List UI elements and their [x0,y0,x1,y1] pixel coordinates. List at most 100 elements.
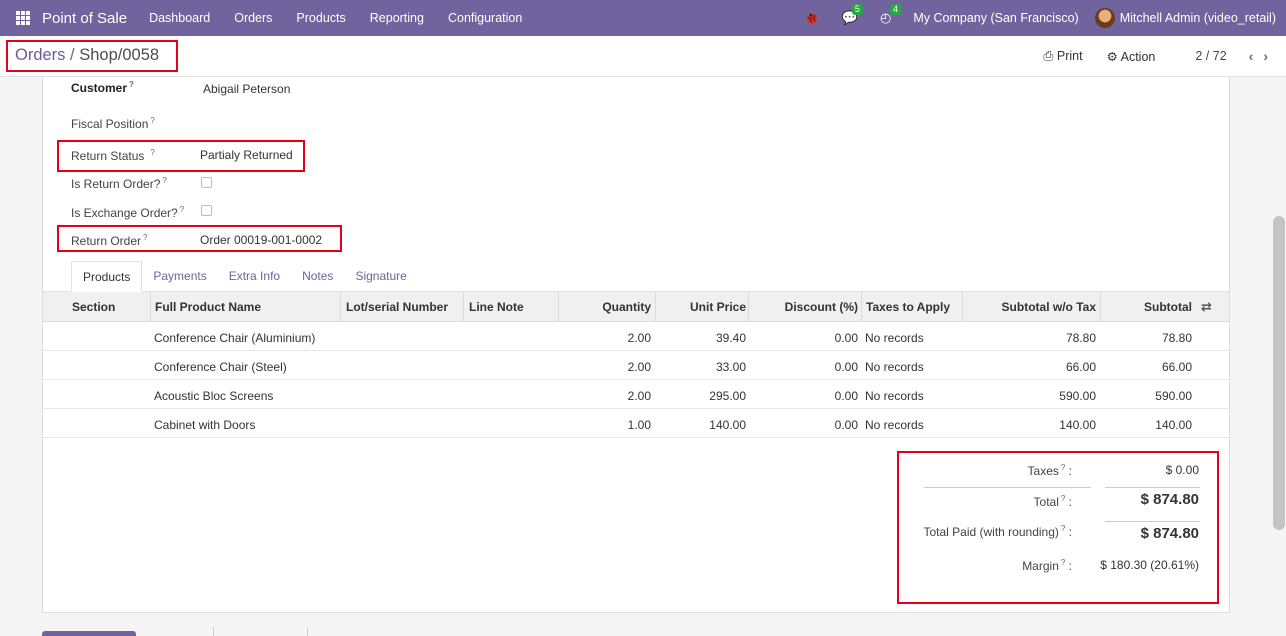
print-label: Print [1056,48,1083,63]
col-product[interactable]: Full Product Name [155,300,261,314]
is-return-order-checkbox[interactable] [201,177,212,188]
total-label: Total? : [1033,494,1072,509]
return-status-value: Partialy Returned [200,148,293,162]
activity-badge: 4 [890,4,902,15]
tab-notes[interactable]: Notes [291,261,344,292]
cell-taxes: No records [865,331,924,345]
totals-divider [924,487,1091,488]
table-row[interactable]: Conference Chair (Aluminium) 2.00 39.40 … [43,322,1229,351]
chat-icon[interactable]: 💬 5 [842,4,863,26]
help-icon[interactable]: ? [150,116,154,125]
help-icon[interactable]: ? [1061,558,1065,567]
col-discount[interactable]: Discount (%) [785,300,858,314]
tab-signature[interactable]: Signature [344,261,417,292]
help-icon[interactable]: ? [1061,463,1065,472]
is-exchange-order-checkbox[interactable] [201,205,212,216]
col-quantity[interactable]: Quantity [602,300,651,314]
cell-product: Conference Chair (Steel) [154,360,287,374]
user-avatar[interactable] [1094,8,1115,28]
cell-subtotal-wo-tax: 590.00 [1059,389,1096,403]
cell-product: Conference Chair (Aluminium) [154,331,316,345]
total-paid-value: $ 874.80 [1140,525,1199,542]
fiscal-position-label: Fiscal Position? [71,116,155,131]
company-switcher[interactable]: My Company (San Francisco) [913,11,1078,25]
col-lot[interactable]: Lot/serial Number [346,300,448,314]
print-button[interactable]: ⎙ Print [1043,49,1082,64]
tab-payments[interactable]: Payments [142,261,217,292]
customer-value[interactable]: Abigail Peterson [203,82,290,96]
total-paid-label: Total Paid (with rounding)? : [923,524,1072,539]
menu-reporting[interactable]: Reporting [370,11,424,25]
action-button[interactable]: ⚙ Action [1107,49,1156,64]
cell-product: Acoustic Bloc Screens [154,389,274,403]
chatter-divider [307,627,308,636]
help-icon[interactable]: ? [1061,494,1065,503]
tab-extra-info[interactable]: Extra Info [218,261,291,292]
chat-badge: 5 [851,4,863,15]
cell-quantity: 2.00 [627,389,651,403]
apps-grid-icon[interactable] [16,11,30,25]
pager-value[interactable]: 2 / 72 [1195,49,1226,63]
cell-unit-price: 39.40 [715,331,746,345]
col-taxes[interactable]: Taxes to Apply [866,300,950,314]
user-menu[interactable]: Mitchell Admin (video_retail) [1120,11,1276,25]
table-row[interactable]: Acoustic Bloc Screens 2.00 295.00 0.00 N… [43,380,1229,409]
table-row[interactable]: Cabinet with Doors 1.00 140.00 0.00 No r… [43,409,1229,438]
debug-bug-icon[interactable]: 🐞 [804,10,820,26]
margin-value: $ 180.30 (20.61%) [1100,558,1199,572]
col-subtotal[interactable]: Subtotal [1144,300,1192,314]
cell-discount: 0.00 [834,360,858,374]
activity-clock-icon[interactable]: ◴ 4 [880,4,902,26]
control-panel: Orders / Shop/0058 ⎙ Print ⚙ Action 2 / … [0,36,1286,77]
taxes-label: Taxes? : [1027,463,1072,478]
help-icon[interactable]: ? [150,148,154,157]
return-order-value[interactable]: Order 00019-001-0002 [200,233,322,247]
help-icon[interactable]: ? [1061,524,1065,533]
menu-dashboard[interactable]: Dashboard [149,11,210,25]
tab-products[interactable]: Products [71,261,143,292]
col-section[interactable]: Section [72,300,115,314]
gear-icon: ⚙ [1106,49,1118,64]
app-name[interactable]: Point of Sale [42,10,127,27]
scrollbar-thumb[interactable] [1273,216,1285,530]
cell-subtotal: 78.80 [1161,331,1192,345]
is-return-order-label: Is Return Order?? [71,176,167,191]
menu-configuration[interactable]: Configuration [448,11,522,25]
return-status-label: Return Status? [71,148,155,163]
total-value: $ 874.80 [1140,491,1199,508]
menu-products[interactable]: Products [296,11,345,25]
help-icon[interactable]: ? [162,176,166,185]
printer-icon: ⎙ [1043,48,1054,63]
pager-prev-icon[interactable]: ‹ [1249,48,1254,64]
menu-orders[interactable]: Orders [234,11,272,25]
is-exchange-order-label: Is Exchange Order?? [71,205,185,220]
notebook-tabs: Products Payments Extra Info Notes Signa… [71,261,418,292]
totals-divider [1105,487,1200,488]
cell-quantity: 1.00 [627,418,651,432]
cell-product: Cabinet with Doors [154,418,256,432]
cell-discount: 0.00 [834,418,858,432]
cell-unit-price: 295.00 [709,389,746,403]
return-order-label: Return Order? [71,233,148,248]
cell-discount: 0.00 [834,331,858,345]
pager-next-icon[interactable]: › [1263,48,1268,64]
cell-discount: 0.00 [834,389,858,403]
table-row[interactable]: Conference Chair (Steel) 2.00 33.00 0.00… [43,351,1229,380]
col-line-note[interactable]: Line Note [469,300,524,314]
help-icon[interactable]: ? [143,233,147,242]
taxes-value: $ 0.00 [1165,463,1199,477]
help-icon[interactable]: ? [129,80,134,89]
cell-taxes: No records [865,360,924,374]
col-unit-price[interactable]: Unit Price [690,300,746,314]
breadcrumb-orders-link[interactable]: Orders [15,46,65,64]
send-message-button[interactable] [42,631,136,636]
breadcrumb-current: Shop/0058 [79,46,160,64]
cell-subtotal-wo-tax: 78.80 [1065,331,1096,345]
col-subtotal-wo-tax[interactable]: Subtotal w/o Tax [1002,300,1096,314]
optional-columns-toggle-icon[interactable]: ⇄ [1201,299,1212,315]
customer-label: Customer? [71,80,134,95]
cell-taxes: No records [865,389,924,403]
help-icon[interactable]: ? [180,205,184,214]
cell-subtotal-wo-tax: 66.00 [1065,360,1096,374]
cell-quantity: 2.00 [627,360,651,374]
